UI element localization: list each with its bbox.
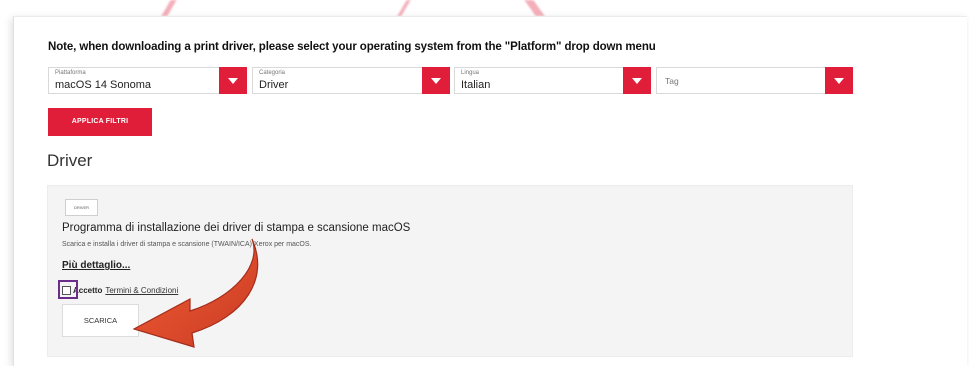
filter-label: Piattaforma [55,70,86,76]
terms-link[interactable]: Termini & Condizioni [105,286,178,295]
filter-label: Lingua [461,70,480,76]
apply-filters-button[interactable]: APPLICA FILTRI [48,108,152,136]
filter-value: Italian [461,79,491,91]
decorative-stroke [397,0,411,16]
chevron-down-icon[interactable] [219,67,247,94]
download-title: Programma di installazione dei driver di… [62,222,411,234]
category-badge: DRIVER [65,199,98,216]
filter-value: macOS 14 Sonoma [55,79,151,91]
filter-label: Categoria [259,70,286,76]
decorative-stroke [161,0,177,16]
filter-placeholder: Tag [665,76,679,86]
checkbox-highlight [58,280,78,299]
driver-download-card: Note, when downloading a print driver, p… [13,16,967,366]
chevron-down-icon[interactable] [623,67,651,94]
filter-value: Driver [259,79,289,91]
download-item: DRIVER Programma di installazione dei dr… [47,185,853,357]
language-filter-dropdown[interactable]: Lingua Italian [454,67,651,94]
category-filter-dropdown[interactable]: Categoria Driver [252,67,450,94]
platform-note: Note, when downloading a print driver, p… [48,41,656,53]
tag-filter-dropdown[interactable]: Tag [656,67,853,94]
chevron-down-icon[interactable] [825,67,853,94]
section-title: Driver [47,151,93,170]
accept-terms-row: Accetto Termini & Condizioni [62,286,178,295]
chevron-down-icon[interactable] [422,67,450,94]
decorative-stroke [524,0,545,16]
more-details-link[interactable]: Più dettaglio... [62,260,130,271]
platform-filter-dropdown[interactable]: Piattaforma macOS 14 Sonoma [48,67,247,94]
download-button[interactable]: SCARICA [62,304,139,337]
download-description: Scarica e installa i driver di stampa e … [62,241,312,248]
